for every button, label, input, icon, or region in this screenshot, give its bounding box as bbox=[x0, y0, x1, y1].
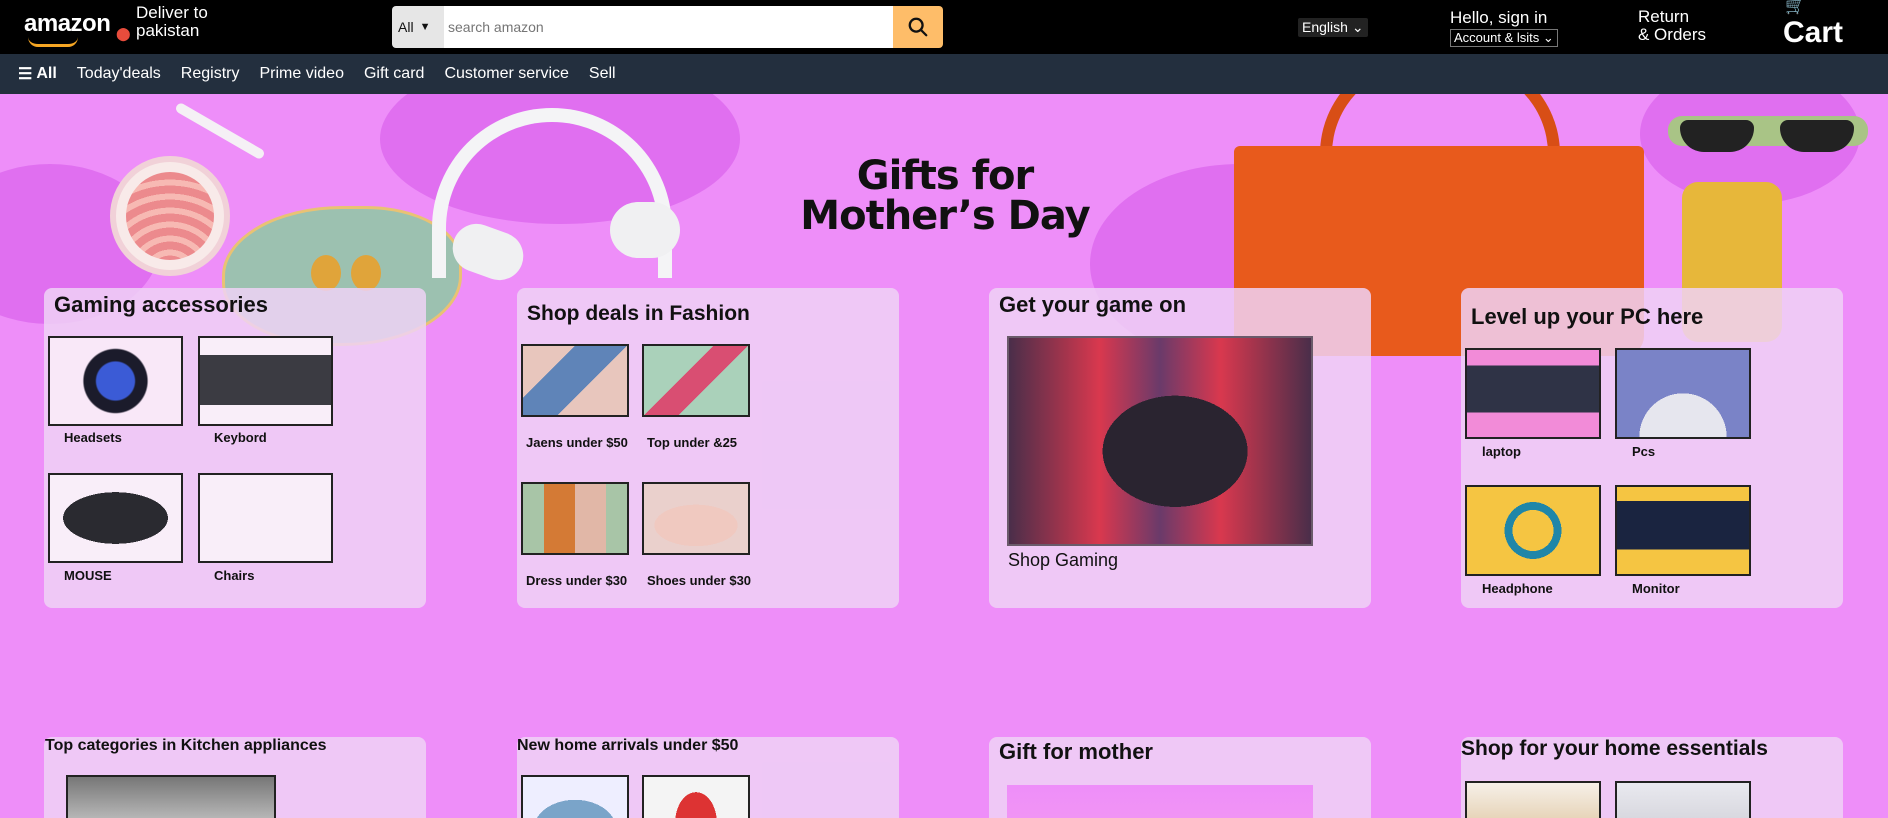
tile-label[interactable]: Jaens under $50 bbox=[526, 435, 628, 450]
hero-title[interactable]: Gifts for Mother’s Day bbox=[770, 156, 1120, 236]
home-item-image[interactable] bbox=[642, 775, 750, 818]
card-title: Shop deals in Fashion bbox=[527, 302, 750, 325]
tile-dresses[interactable] bbox=[521, 482, 629, 555]
tile-chairs[interactable] bbox=[198, 473, 333, 563]
home-essential-image[interactable] bbox=[1615, 781, 1751, 818]
tile-keyboard[interactable] bbox=[198, 336, 333, 426]
sunglasses-image bbox=[1668, 116, 1868, 152]
tile-mouse[interactable] bbox=[48, 473, 183, 563]
top-navbar: amazon ⬤ Deliver to pakistan All ▼ Engli… bbox=[0, 0, 1888, 54]
makeup-brush-image bbox=[174, 101, 266, 161]
headphone-earcup-image bbox=[610, 202, 680, 258]
earring-image bbox=[351, 255, 381, 291]
gift-image[interactable] bbox=[1007, 785, 1313, 818]
nav-customer-service[interactable]: Customer service bbox=[444, 65, 568, 83]
earring-image bbox=[311, 255, 341, 291]
tile-label[interactable]: Shoes under $30 bbox=[647, 573, 751, 588]
tile-label[interactable]: Chairs bbox=[214, 568, 254, 583]
search-input[interactable] bbox=[444, 6, 893, 48]
card-fashion-deals: Shop deals in Fashion Jaens under $50 To… bbox=[517, 288, 899, 608]
chevron-down-icon: ⌄ bbox=[1542, 30, 1554, 45]
nav-registry[interactable]: Registry bbox=[181, 65, 240, 83]
cart-label: Cart bbox=[1783, 16, 1844, 49]
nav-todays-deals[interactable]: Today'deals bbox=[77, 65, 161, 83]
home-item-image[interactable] bbox=[521, 775, 629, 818]
account-lists-select[interactable]: Account & lsits ⌄ bbox=[1450, 29, 1558, 47]
card-title: Gift for mother bbox=[999, 739, 1153, 764]
chevron-down-icon: ⌄ bbox=[1351, 19, 1364, 35]
card-title: Get your game on bbox=[999, 292, 1187, 317]
account-signin[interactable]: Hello, sign in Account & lsits ⌄ bbox=[1450, 8, 1558, 47]
card-gift-for-mother: Gift for mother bbox=[989, 737, 1371, 818]
language-select[interactable]: English ⌄ bbox=[1298, 18, 1368, 37]
tile-label[interactable]: Pcs bbox=[1632, 444, 1655, 459]
kitchen-appliance-image[interactable] bbox=[66, 775, 276, 818]
chevron-down-icon: ▼ bbox=[419, 21, 431, 33]
search-button[interactable] bbox=[893, 6, 943, 48]
search-category-select[interactable]: All ▼ bbox=[392, 6, 444, 48]
tile-headsets[interactable] bbox=[48, 336, 183, 426]
sub-navbar: ☰ All Today'deals Registry Prime video G… bbox=[0, 54, 1888, 94]
tile-label[interactable]: Keybord bbox=[214, 430, 267, 445]
tile-label[interactable]: Dress under $30 bbox=[526, 573, 627, 588]
tile-label[interactable]: Headsets bbox=[64, 430, 122, 445]
tile-jeans[interactable] bbox=[521, 344, 629, 417]
returns-label: Return bbox=[1638, 7, 1690, 26]
tile-label[interactable]: MOUSE bbox=[64, 568, 112, 583]
deliver-label: Deliver to bbox=[136, 3, 208, 22]
nav-gift-card[interactable]: Gift card bbox=[364, 65, 424, 83]
tile-label[interactable]: Headphone bbox=[1482, 581, 1553, 596]
card-title: Gaming accessories bbox=[54, 292, 269, 317]
home-essential-image[interactable] bbox=[1465, 781, 1601, 818]
blush-compact-image bbox=[110, 156, 230, 276]
hero-title-line1: Gifts for bbox=[856, 153, 1034, 199]
all-label: All bbox=[36, 65, 57, 82]
account-lists-label: Account & lsits bbox=[1454, 30, 1540, 45]
sunglasses-lens bbox=[1680, 120, 1754, 152]
tile-shoes[interactable] bbox=[642, 482, 750, 555]
card-gaming: Get your game on Shop Gaming bbox=[989, 288, 1371, 608]
amazon-logo[interactable]: amazon bbox=[24, 10, 111, 47]
card-title: Top categories in Kitchen appliances bbox=[45, 737, 327, 754]
search-bar: All ▼ bbox=[392, 6, 943, 48]
tile-label[interactable]: laptop bbox=[1482, 444, 1521, 459]
deliver-to[interactable]: ⬤ Deliver to pakistan bbox=[116, 3, 208, 42]
sunglasses-lens bbox=[1780, 120, 1854, 152]
location-pin-icon: ⬤ bbox=[116, 26, 131, 41]
shop-gaming-link[interactable]: Shop Gaming bbox=[1008, 550, 1118, 571]
tile-label[interactable]: Top under &25 bbox=[647, 435, 737, 450]
nav-prime-video[interactable]: Prime video bbox=[259, 65, 343, 83]
card-gaming-accessories: Gaming accessories Headsets Keybord MOUS… bbox=[44, 288, 426, 608]
hero-title-line2: Mother’s Day bbox=[800, 193, 1090, 239]
search-category-value: All bbox=[398, 19, 414, 35]
card-title: New home arrivals under $50 bbox=[517, 737, 739, 754]
card-pc-upgrade: Level up your PC here laptop Pcs Headpho… bbox=[1461, 288, 1843, 608]
card-home-arrivals: New home arrivals under $50 bbox=[517, 737, 899, 818]
hamburger-icon: ☰ bbox=[18, 66, 33, 83]
card-kitchen-appliances: Top categories in Kitchen appliances bbox=[44, 737, 426, 818]
gaming-pc-image[interactable] bbox=[1007, 336, 1313, 546]
tile-laptop[interactable] bbox=[1465, 348, 1601, 439]
search-icon bbox=[908, 17, 928, 37]
language-value: English bbox=[1302, 19, 1348, 35]
signin-greeting: Hello, sign in bbox=[1450, 8, 1548, 27]
tile-pcs[interactable] bbox=[1615, 348, 1751, 439]
tile-tops[interactable] bbox=[642, 344, 750, 417]
logo-smile-icon bbox=[28, 37, 78, 47]
all-menu-button[interactable]: ☰ All bbox=[18, 64, 57, 84]
card-title: Shop for your home essentials bbox=[1461, 737, 1768, 760]
orders-label: & Orders bbox=[1638, 25, 1707, 44]
tile-monitor[interactable] bbox=[1615, 485, 1751, 576]
nav-sell[interactable]: Sell bbox=[589, 65, 616, 83]
card-home-essentials: Shop for your home essentials bbox=[1461, 737, 1843, 818]
tile-headphone[interactable] bbox=[1465, 485, 1601, 576]
logo-text: amazon bbox=[24, 10, 111, 37]
card-title: Level up your PC here bbox=[1471, 304, 1704, 329]
returns-orders[interactable]: Return & Orders bbox=[1638, 8, 1706, 44]
cart-icon: 🛒 bbox=[1785, 0, 1805, 15]
tile-label[interactable]: Monitor bbox=[1632, 581, 1680, 596]
